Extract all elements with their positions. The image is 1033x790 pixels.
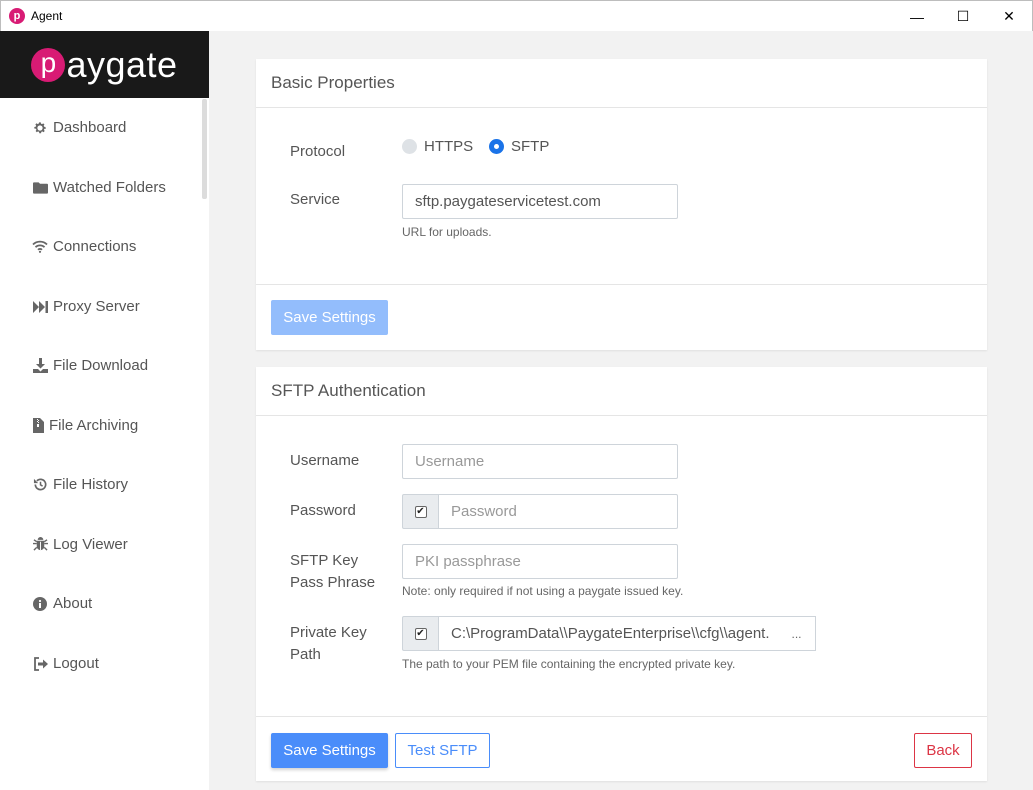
info-icon <box>32 596 48 612</box>
username-label: Username <box>290 452 360 469</box>
sftp-authentication-card: SFTP Authentication Username Username Pa… <box>256 367 987 781</box>
logo-mark: p <box>31 47 66 82</box>
password-toggle[interactable]: ✔ <box>402 494 439 529</box>
service-label: Service <box>290 191 341 208</box>
sidebar-scrollbar[interactable] <box>202 99 207 199</box>
card-footer: Save Settings <box>256 284 987 350</box>
minimize-button[interactable]: — <box>894 1 940 32</box>
username-input[interactable]: Username <box>402 444 678 479</box>
sidebar-item-file-archiving[interactable]: File Archiving <box>32 417 138 434</box>
window-title: Agent <box>31 9 63 23</box>
fast-forward-icon <box>32 299 48 315</box>
browse-button[interactable]: ... <box>778 616 816 651</box>
service-input[interactable]: sftp.paygateservicetest.com <box>402 184 678 219</box>
sidebar-item-connections[interactable]: Connections <box>32 238 136 255</box>
sidebar-item-file-download[interactable]: File Download <box>32 357 148 374</box>
keypath-label: Private Key Path <box>290 624 367 663</box>
card-footer: Save Settings Test SFTP Back <box>256 716 987 781</box>
save-settings-button-sftp[interactable]: Save Settings <box>271 733 388 768</box>
sidebar-item-about[interactable]: About <box>32 595 92 612</box>
keyphrase-label: SFTP Key Pass Phrase <box>290 552 376 591</box>
app-icon: p <box>9 8 25 24</box>
keypath-help: The path to your PEM file containing the… <box>402 657 736 671</box>
wifi-icon <box>32 239 48 255</box>
logo: p aygate <box>0 31 209 98</box>
card-title: SFTP Authentication <box>256 367 987 416</box>
history-icon <box>32 477 48 493</box>
sidebar-item-dashboard[interactable]: Dashboard <box>32 119 126 136</box>
folder-icon <box>32 180 48 196</box>
sidebar: p aygate Dashboard Watched Folders Conne… <box>0 31 209 790</box>
checkbox-checked-icon[interactable]: ✔ <box>414 505 427 518</box>
password-label: Password <box>290 502 356 519</box>
sidebar-item-log-viewer[interactable]: Log Viewer <box>32 536 128 553</box>
sidebar-item-file-history[interactable]: File History <box>32 476 128 493</box>
keypath-input[interactable]: C:\ProgramData\\PaygateEnterprise\\cfg\\… <box>438 616 779 651</box>
radio-sftp[interactable]: SFTP <box>489 138 549 155</box>
logout-icon <box>32 656 48 672</box>
checkbox-checked-icon[interactable]: ✔ <box>414 627 427 640</box>
file-archive-icon <box>32 418 44 434</box>
gear-icon <box>32 120 48 136</box>
sidebar-item-watched-folders[interactable]: Watched Folders <box>32 179 166 196</box>
keyphrase-help: Note: only required if not using a payga… <box>402 584 684 598</box>
save-settings-button-basic[interactable]: Save Settings <box>271 300 388 335</box>
protocol-label: Protocol <box>290 143 346 160</box>
download-icon <box>32 358 48 374</box>
bug-icon <box>32 537 48 553</box>
keyphrase-input[interactable]: PKI passphrase <box>402 544 678 579</box>
back-button[interactable]: Back <box>914 733 972 768</box>
service-help: URL for uploads. <box>402 225 492 239</box>
sidebar-item-proxy-server[interactable]: Proxy Server <box>32 298 140 315</box>
basic-properties-card: Basic Properties Protocol HTTPS SFTP Ser… <box>256 59 987 350</box>
close-button[interactable]: ✕ <box>986 1 1032 32</box>
maximize-button[interactable]: ☐ <box>940 1 986 32</box>
logo-text: aygate <box>66 43 178 85</box>
radio-https[interactable]: HTTPS <box>402 138 473 155</box>
card-title: Basic Properties <box>256 59 987 108</box>
keypath-toggle[interactable]: ✔ <box>402 616 439 651</box>
password-input[interactable]: Password <box>438 494 678 529</box>
radio-https-indicator[interactable] <box>402 139 417 154</box>
test-sftp-button[interactable]: Test SFTP <box>395 733 490 768</box>
radio-sftp-indicator[interactable] <box>489 139 504 154</box>
sidebar-item-logout[interactable]: Logout <box>32 655 99 672</box>
window-titlebar: p Agent — ☐ ✕ <box>0 0 1033 31</box>
